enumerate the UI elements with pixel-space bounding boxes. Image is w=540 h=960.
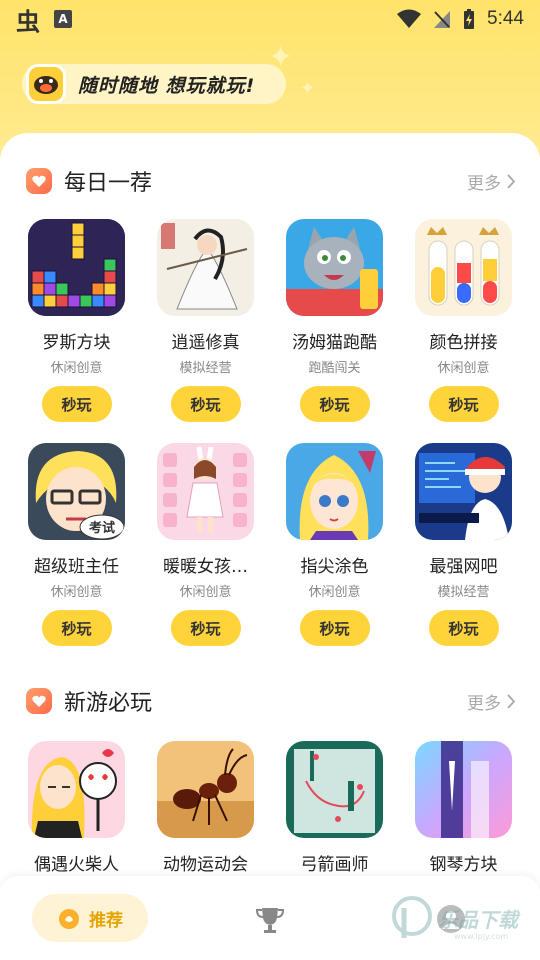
status-bar: 虫 A 5:44 <box>0 0 540 38</box>
content-card: 每日一荐 更多 罗斯方块 休闲创意 秒玩 逍遥修真 模拟经营 秒玩 汤姆猫跑酷 … <box>0 133 540 893</box>
game-name: 罗斯方块 <box>42 333 111 353</box>
play-button[interactable]: 秒玩 <box>41 610 112 646</box>
more-label: 更多 <box>467 173 501 194</box>
game-name: 超级班主任 <box>34 557 119 577</box>
tetris-game-icon[interactable] <box>28 219 125 316</box>
dressup-game-icon[interactable] <box>157 443 254 540</box>
game-card[interactable]: 颜色拼接 休闲创意 秒玩 <box>399 219 528 422</box>
chevron-right-icon <box>507 173 516 189</box>
coloring-game-icon[interactable] <box>286 443 383 540</box>
game-name: 暖暖女孩… <box>163 557 248 577</box>
tab-ranking[interactable] <box>254 904 286 940</box>
game-name: 钢琴方块 <box>429 855 498 875</box>
slogan-text: 随时随地 想玩就玩! <box>78 74 256 97</box>
battery-charging-icon <box>464 9 475 29</box>
watermark-text: 乐品下载 <box>438 907 518 932</box>
game-card[interactable]: 逍遥修真 模拟经营 秒玩 <box>141 219 270 422</box>
game-name: 指尖涂色 <box>300 557 369 577</box>
play-button[interactable]: 秒玩 <box>299 610 370 646</box>
sparkle-icon: ✦ <box>300 78 316 99</box>
game-tag: 休闲创意 <box>179 585 232 600</box>
flame-icon <box>59 909 79 929</box>
watermark-logo-icon <box>392 896 432 938</box>
a-badge-icon: A <box>54 10 72 28</box>
app-notification-icon: 虫 <box>16 7 40 36</box>
game-card[interactable]: 指尖涂色 休闲创意 秒玩 <box>270 443 399 646</box>
game-row: 考试 超级班主任 休闲创意 秒玩 暖暖女孩… 休闲创意 秒玩 指尖涂色 休闲创意… <box>12 443 528 646</box>
watermark: 乐品下载 www.lpjy.com <box>390 888 540 948</box>
game-name: 汤姆猫跑酷 <box>292 333 377 353</box>
game-card[interactable]: 考试 超级班主任 休闲创意 秒玩 <box>12 443 141 646</box>
trophy-icon <box>255 908 285 933</box>
game-name: 逍遥修真 <box>171 333 240 353</box>
game-tag: 模拟经营 <box>437 585 490 600</box>
game-name: 弓箭画师 <box>300 855 369 875</box>
game-card[interactable]: 偶遇火柴人 <box>12 741 141 875</box>
game-card[interactable]: 弓箭画师 <box>270 741 399 875</box>
piano-tiles-game-icon[interactable] <box>415 741 512 838</box>
ant-game-icon[interactable] <box>157 741 254 838</box>
game-name: 动物运动会 <box>163 855 248 875</box>
stickman-game-icon[interactable] <box>28 741 125 838</box>
color-tubes-game-icon[interactable] <box>415 219 512 316</box>
game-tag: 跑酷闯关 <box>308 361 361 376</box>
game-tag: 休闲创意 <box>437 361 490 376</box>
xiuzhen-game-icon[interactable] <box>157 219 254 316</box>
tom-cat-game-icon[interactable] <box>286 219 383 316</box>
play-button[interactable]: 秒玩 <box>170 386 241 422</box>
app-logo-icon <box>26 64 66 104</box>
game-tag: 休闲创意 <box>308 585 361 600</box>
section-header-daily: 每日一荐 更多 <box>26 165 516 197</box>
game-card[interactable]: 罗斯方块 休闲创意 秒玩 <box>12 219 141 422</box>
head-teacher-game-icon[interactable]: 考试 <box>28 443 125 540</box>
game-tag: 休闲创意 <box>50 585 103 600</box>
game-name: 最强网吧 <box>429 557 498 577</box>
game-row: 罗斯方块 休闲创意 秒玩 逍遥修真 模拟经营 秒玩 汤姆猫跑酷 跑酷闯关 秒玩 … <box>12 219 528 422</box>
archer-game-icon[interactable] <box>286 741 383 838</box>
watermark-url: www.lpjy.com <box>454 932 509 941</box>
heart-icon <box>26 168 52 194</box>
internet-cafe-game-icon[interactable] <box>415 443 512 540</box>
game-card[interactable]: 汤姆猫跑酷 跑酷闯关 秒玩 <box>270 219 399 422</box>
play-button[interactable]: 秒玩 <box>170 610 241 646</box>
play-button[interactable]: 秒玩 <box>428 610 499 646</box>
chevron-right-icon <box>507 693 516 709</box>
section-title: 新游必玩 <box>64 691 153 716</box>
section-title: 每日一荐 <box>64 171 153 196</box>
play-button[interactable]: 秒玩 <box>299 386 370 422</box>
game-tag: 模拟经营 <box>179 361 232 376</box>
game-row: 偶遇火柴人 动物运动会 弓箭画师 钢琴方块 <box>12 741 528 875</box>
more-label: 更多 <box>467 693 501 714</box>
game-tag: 休闲创意 <box>50 361 103 376</box>
wifi-icon <box>397 9 422 28</box>
game-card[interactable]: 最强网吧 模拟经营 秒玩 <box>399 443 528 646</box>
play-button[interactable]: 秒玩 <box>41 386 112 422</box>
game-card[interactable]: 钢琴方块 <box>399 741 528 875</box>
game-name: 偶遇火柴人 <box>34 855 119 875</box>
tab-recommend[interactable]: 推荐 <box>32 894 148 942</box>
game-card[interactable]: 动物运动会 <box>141 741 270 875</box>
slogan-banner: 随时随地 想玩就玩! <box>22 64 286 104</box>
tab-recommend-label: 推荐 <box>89 910 123 931</box>
svg-text:考试: 考试 <box>89 520 115 536</box>
section-header-new: 新游必玩 更多 <box>26 685 516 717</box>
play-button[interactable]: 秒玩 <box>428 386 499 422</box>
game-name: 颜色拼接 <box>429 333 498 353</box>
game-card[interactable]: 暖暖女孩… 休闲创意 秒玩 <box>141 443 270 646</box>
no-signal-icon <box>434 11 451 28</box>
clock: 5:44 <box>487 8 524 29</box>
heart-icon <box>26 688 52 714</box>
more-link[interactable]: 更多 <box>467 169 516 194</box>
more-link[interactable]: 更多 <box>467 689 516 714</box>
